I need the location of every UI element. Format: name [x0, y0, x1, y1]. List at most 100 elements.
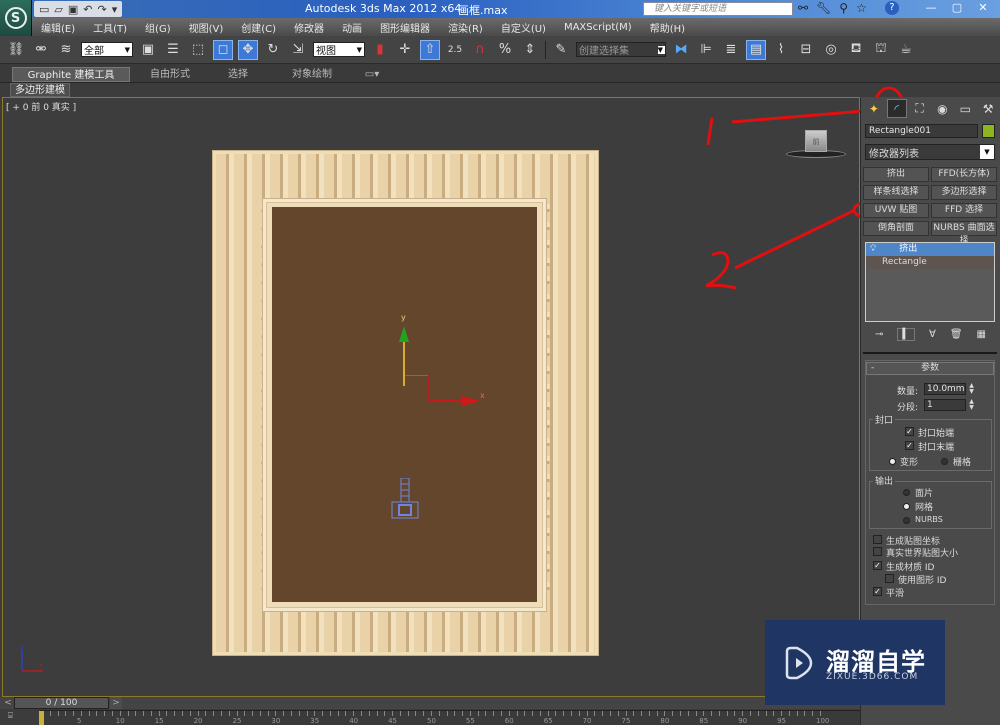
configure-modifier-sets-icon[interactable]: ▦: [977, 329, 986, 340]
gizmo-xy-plane-top[interactable]: [405, 375, 429, 376]
segments-spinner-arrows-icon[interactable]: ▲ ▼: [968, 399, 975, 411]
parameters-rollout-header[interactable]: - 参数: [866, 362, 994, 375]
app-menu-button[interactable]: S: [0, 0, 32, 36]
undo-icon[interactable]: ↶: [83, 3, 92, 16]
output-nurbs-radio[interactable]: [903, 517, 910, 524]
show-end-result-icon[interactable]: ▍: [897, 327, 916, 341]
named-selection-dropdown[interactable]: 创建选择集 ▼: [576, 42, 666, 57]
cap-end-checkbox[interactable]: ✓: [905, 441, 914, 450]
gizmo-y-arrow-icon[interactable]: [399, 326, 409, 342]
satellite-icon[interactable]: ⚲: [839, 1, 848, 15]
wrench-icon[interactable]: 🔧︎: [816, 1, 831, 15]
render-setup-icon[interactable]: ⛾: [846, 40, 866, 60]
reference-coord-dropdown[interactable]: 视图 ▼: [313, 42, 365, 57]
menu-rendering[interactable]: 渲染(R): [439, 20, 492, 35]
snaps-toggle-icon[interactable]: 2.5: [445, 40, 465, 60]
edit-named-selection-icon[interactable]: ✎: [551, 40, 571, 60]
track-bar-filter-icon[interactable]: ⌸: [8, 711, 28, 723]
create-tab-icon[interactable]: ✦: [864, 99, 884, 118]
time-slider-next-button[interactable]: >: [110, 697, 122, 709]
angle-snap-icon[interactable]: ∩: [470, 40, 490, 60]
select-rotate-icon[interactable]: ↻: [263, 40, 283, 60]
menu-animation[interactable]: 动画: [333, 20, 371, 35]
motion-tab-icon[interactable]: ◉: [933, 99, 953, 118]
bind-space-warp-icon[interactable]: ≋: [56, 40, 76, 60]
modifier-spline-select-button[interactable]: 样条线选择: [863, 185, 929, 200]
search-input[interactable]: 键入关键字或短语: [643, 2, 793, 16]
layer-manager-icon[interactable]: ≣: [721, 40, 741, 60]
output-mesh-radio[interactable]: [903, 503, 910, 510]
viewport-label[interactable]: [ + 0 前 0 真实 ]: [6, 100, 76, 113]
gen-material-ids-checkbox[interactable]: ✓: [873, 561, 882, 570]
segments-spinner-field[interactable]: 1: [924, 399, 966, 411]
gizmo-xy-plane-side[interactable]: [428, 375, 429, 401]
menu-graph-editors[interactable]: 图形编辑器: [371, 20, 439, 35]
menu-views[interactable]: 视图(V): [180, 20, 233, 35]
menu-group[interactable]: 组(G): [136, 20, 180, 35]
star-icon[interactable]: ☆: [856, 1, 867, 15]
cap-start-checkbox[interactable]: ✓: [905, 427, 914, 436]
schematic-view-icon[interactable]: ⊟: [796, 40, 816, 60]
stack-item-extrude[interactable]: 💡︎ 挤出: [866, 243, 994, 256]
open-file-icon[interactable]: ▱: [54, 3, 62, 16]
grid-radio[interactable]: [941, 458, 948, 465]
pivot-center-icon[interactable]: ▮: [370, 40, 390, 60]
help-icon[interactable]: ?: [884, 1, 899, 15]
graphite-toggle-icon[interactable]: ▤: [746, 39, 766, 60]
amount-spinner-field[interactable]: 10.0mm: [924, 383, 966, 395]
redo-icon[interactable]: ↷: [98, 3, 107, 16]
new-file-icon[interactable]: ▭: [39, 3, 49, 16]
menu-help[interactable]: 帮助(H): [641, 20, 694, 35]
object-color-swatch[interactable]: [982, 124, 995, 138]
modifier-bevel-profile-button[interactable]: 倒角剖面: [863, 221, 929, 236]
align-icon[interactable]: ⊫: [696, 40, 716, 60]
modifier-poly-select-button[interactable]: 多边形选择: [931, 185, 997, 200]
render-production-icon[interactable]: ☕: [896, 40, 916, 60]
gizmo-x-arrow-icon[interactable]: [462, 396, 480, 406]
modifier-list-dropdown[interactable]: 修改器列表 ▼: [865, 144, 995, 160]
display-tab-icon[interactable]: ▭: [955, 99, 975, 118]
modifier-ffd-select-button[interactable]: FFD 选择: [931, 203, 997, 218]
morph-radio[interactable]: [889, 458, 896, 465]
modify-tab-icon[interactable]: ◜: [886, 99, 907, 118]
ribbon-panel-polygon-modeling[interactable]: 多边形建模: [10, 83, 70, 97]
object-name-field[interactable]: Rectangle001: [865, 124, 978, 138]
customize-icon[interactable]: ▾: [112, 3, 118, 16]
keyboard-shortcut-override-icon[interactable]: ⇧: [420, 39, 440, 60]
ribbon-tab-selection[interactable]: 选择: [222, 67, 254, 82]
pin-stack-icon[interactable]: ⊸: [875, 329, 883, 340]
ribbon-tab-graphite[interactable]: Graphite 建模工具: [12, 67, 130, 82]
ribbon-options-icon[interactable]: ▭▾: [362, 67, 382, 82]
menu-customize[interactable]: 自定义(U): [492, 20, 555, 35]
stack-item-rectangle[interactable]: Rectangle: [866, 256, 994, 269]
select-by-name-icon[interactable]: ☰: [163, 40, 183, 60]
menu-create[interactable]: 创建(C): [232, 20, 285, 35]
playhead[interactable]: [39, 711, 44, 725]
material-editor-icon[interactable]: ◎: [821, 40, 841, 60]
modifier-extrude-button[interactable]: 挤出: [863, 167, 929, 182]
hierarchy-tab-icon[interactable]: ⛶: [910, 99, 930, 118]
menu-tools[interactable]: 工具(T): [84, 20, 136, 35]
menu-edit[interactable]: 编辑(E): [32, 20, 84, 35]
binoculars-icon[interactable]: ⚯: [798, 1, 808, 15]
link-icon[interactable]: ⛓: [6, 40, 26, 60]
use-shape-ids-checkbox[interactable]: [885, 574, 894, 583]
percent-snap-icon[interactable]: %: [495, 40, 515, 60]
output-patch-radio[interactable]: [903, 489, 910, 496]
minimize-button[interactable]: —: [920, 0, 942, 16]
rendered-frame-window-icon[interactable]: ⛫: [871, 40, 891, 60]
viewcube[interactable]: 前: [805, 130, 827, 152]
menu-maxscript[interactable]: MAXScript(M): [555, 22, 641, 33]
spinner-snap-icon[interactable]: ⇕: [520, 40, 540, 60]
modifier-uvw-map-button[interactable]: UVW 贴图: [863, 203, 929, 218]
selection-filter-dropdown[interactable]: 全部 ▼: [81, 42, 133, 57]
select-move-icon[interactable]: ✥: [238, 39, 258, 60]
smooth-checkbox[interactable]: ✓: [873, 587, 882, 596]
amount-spinner-arrows-icon[interactable]: ▲ ▼: [968, 383, 975, 395]
maximize-button[interactable]: ▢: [946, 0, 968, 16]
ribbon-tab-object-paint[interactable]: 对象绘制: [282, 67, 342, 82]
lightbulb-icon[interactable]: 💡︎: [870, 244, 876, 254]
select-manipulate-icon[interactable]: ✛: [395, 40, 415, 60]
rectangular-selection-icon[interactable]: ⬚: [188, 40, 208, 60]
close-button[interactable]: ✕: [972, 0, 994, 16]
